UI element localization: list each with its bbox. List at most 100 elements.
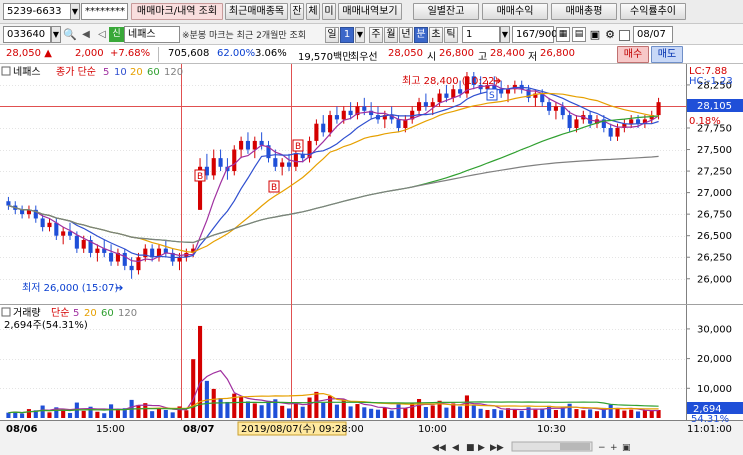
low-arrow-icon: ➔ (115, 283, 123, 294)
volume-tick-label: 10,000 (697, 384, 732, 395)
volume-bar (519, 410, 524, 418)
volume-bar (389, 410, 394, 418)
period-week-button[interactable]: 주 (369, 27, 383, 43)
return-trend-button[interactable]: 수익률추이 (620, 3, 686, 20)
volume-bar (444, 407, 449, 418)
volume-bar (574, 409, 579, 418)
volume-bar (355, 404, 360, 418)
date-checkbox[interactable] (619, 30, 630, 42)
tab-unexecuted[interactable]: 미 (322, 3, 336, 20)
tab-trade-mark[interactable]: 매매마크/내역 조회 (131, 3, 223, 20)
stock-dropdown-icon[interactable]: ▼ (51, 26, 61, 43)
buy-button[interactable]: 매수 (617, 46, 649, 63)
stock-code-value: 033640 (7, 29, 46, 40)
legend-checkbox-icon[interactable] (1, 66, 11, 76)
prev-icon[interactable]: ◁ (95, 27, 109, 42)
period-day-button[interactable]: 일 (325, 27, 339, 43)
volume-bar (163, 409, 168, 418)
period-second-button[interactable]: 초 (429, 27, 443, 43)
volume-bar (471, 405, 476, 418)
sell-marker-label: S (489, 91, 495, 101)
tab-balance[interactable]: 잔 (290, 3, 304, 20)
volume-legend-checkbox-icon[interactable] (1, 307, 11, 317)
buy-marker[interactable]: B (292, 139, 304, 152)
volume-tick-label: 30,000 (697, 324, 732, 335)
volume-bar (478, 408, 483, 418)
candle-body (54, 222, 59, 236)
volume-bar (642, 410, 647, 418)
volume-bar (348, 406, 353, 418)
period-year-button[interactable]: 년 (399, 27, 413, 43)
chart-area[interactable]: 네패스 종가 단순 5 10 20 60 120 거래량 단순 5 20 60 … (0, 64, 743, 455)
tab-trade-history[interactable]: 매매내역보기 (338, 3, 402, 20)
tab-recent-trades[interactable]: 최근매매종목 (225, 3, 288, 20)
x-label-1500: 15:00 (96, 424, 125, 435)
date-field[interactable]: 08/07 (633, 26, 673, 43)
volume-bar (594, 411, 600, 418)
candle-body (61, 231, 66, 236)
volume-bar (382, 407, 387, 418)
tab-executed[interactable]: 체 (306, 3, 320, 20)
change-percent: +7.68% (110, 48, 151, 59)
zoom-in-icon[interactable]: + (610, 443, 618, 453)
high-price: 28,400 (490, 48, 525, 59)
zoom-fit-icon[interactable]: ▣ (622, 443, 631, 453)
volume-bar (307, 397, 312, 418)
volume-bar (266, 400, 271, 418)
current-price: 28,050 ▲ (6, 48, 52, 59)
account-dropdown-icon[interactable]: ▼ (70, 3, 80, 20)
sell-marker[interactable]: S (486, 88, 498, 101)
gear-icon[interactable]: ⚙ (603, 27, 617, 42)
nav-stop-icon[interactable]: ■ (466, 443, 475, 453)
candle-body (218, 158, 223, 167)
buy-marker-label: B (295, 142, 301, 152)
nav-next-icon[interactable]: ▶ (478, 443, 485, 453)
speaker-icon[interactable]: ◀ (79, 27, 93, 42)
period-minute-button[interactable]: 분 (414, 27, 428, 43)
volume-bar (615, 408, 620, 418)
period-month-button[interactable]: 월 (384, 27, 398, 43)
account-field[interactable]: 5239-6633 (3, 3, 71, 20)
password-field[interactable]: ******** (81, 3, 128, 20)
volume-bar (245, 401, 251, 418)
zoom-out-icon[interactable]: − (598, 443, 606, 453)
buy-marker[interactable]: B (268, 180, 280, 193)
trade-profit-button[interactable]: 매매수익 (482, 3, 548, 20)
volume-bar (184, 410, 189, 418)
high-arrow-icon: ➔ (493, 76, 501, 87)
save-icon[interactable]: ▣ (588, 27, 602, 42)
period-dropdown-icon[interactable]: ▼ (355, 27, 365, 43)
stock-name-field[interactable]: 네패스 (124, 26, 180, 43)
volume-legend-ma5: 5 (73, 308, 79, 319)
candle-body (334, 115, 339, 120)
volume-bar (334, 404, 339, 418)
sell-button[interactable]: 매도 (651, 46, 683, 63)
buy-marker[interactable]: B (194, 169, 206, 182)
scrollbar-thumb[interactable] (560, 443, 590, 450)
trade-summary-button[interactable]: 매매총평 (551, 3, 617, 20)
interval-field[interactable]: 1 (462, 26, 500, 43)
divider (158, 47, 159, 62)
period-tick-button[interactable]: 틱 (444, 27, 458, 43)
candle-body (314, 123, 319, 141)
candle-body (252, 140, 257, 150)
candle-body (109, 252, 114, 262)
daily-balance-button[interactable]: 일별잔고 (413, 3, 479, 20)
grid-icon[interactable]: ▦ (556, 27, 570, 42)
table-icon[interactable]: ▤ (572, 27, 586, 42)
candle-body (656, 102, 661, 116)
search-icon[interactable]: 🔍 (63, 27, 77, 42)
nav-prev-icon[interactable]: ◀ (452, 443, 459, 453)
checkbox-icon[interactable] (619, 30, 630, 41)
count-field[interactable]: 167/900 (512, 26, 558, 43)
y-tick-label: 26,500 (697, 231, 732, 242)
volume-bar (67, 412, 73, 418)
nav-first-icon[interactable]: ◀◀ (432, 443, 446, 453)
nav-last-icon[interactable]: ▶▶ (490, 443, 504, 453)
volume-bar (416, 398, 422, 418)
candle-body (430, 102, 435, 107)
volume-bar (540, 408, 545, 418)
stock-code-field[interactable]: 033640 (3, 26, 51, 43)
period-count-button[interactable]: 1 (340, 27, 354, 43)
interval-dropdown-icon[interactable]: ▼ (500, 26, 510, 43)
